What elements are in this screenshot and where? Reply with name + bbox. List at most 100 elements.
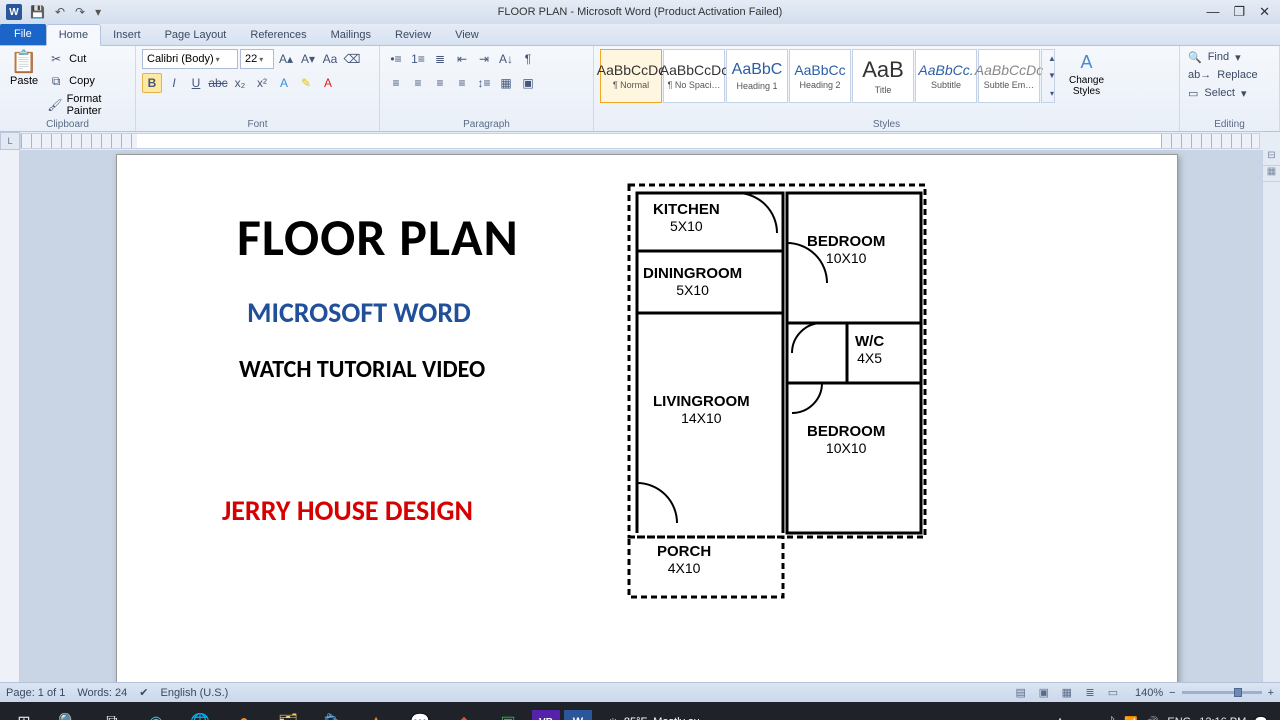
- grow-font-icon[interactable]: A▴: [276, 49, 296, 69]
- file-tab[interactable]: File: [0, 23, 46, 45]
- weather-widget[interactable]: ☀ 85°F Mostly su…: [608, 716, 711, 720]
- zoom-level[interactable]: 140%: [1135, 687, 1163, 699]
- vertical-scrollbar[interactable]: ⊟ ▦: [1262, 150, 1280, 682]
- italic-button[interactable]: I: [164, 73, 184, 93]
- styles-gallery[interactable]: AaBbCcDc¶ Normal AaBbCcDc¶ No Spaci… AaB…: [600, 49, 1055, 103]
- shrink-font-icon[interactable]: A▾: [298, 49, 318, 69]
- tray-overflow-icon[interactable]: ˄: [1057, 716, 1063, 720]
- messenger-icon[interactable]: 💬: [400, 705, 440, 720]
- highlight-icon[interactable]: ✎: [296, 73, 316, 93]
- store-icon[interactable]: 🛍: [312, 705, 352, 720]
- zoom-slider[interactable]: [1182, 691, 1262, 694]
- firefox-icon[interactable]: ●: [224, 705, 264, 720]
- tab-view[interactable]: View: [443, 25, 491, 45]
- wifi-icon[interactable]: 📶: [1124, 716, 1138, 720]
- bullets-icon[interactable]: •≡: [386, 49, 406, 69]
- subtitle-text-1[interactable]: MICROSOFT WORD: [247, 295, 471, 330]
- shading-icon[interactable]: ▦: [496, 73, 516, 93]
- edge-icon[interactable]: ◉: [136, 705, 176, 720]
- horizontal-ruler[interactable]: [20, 133, 1260, 149]
- style-heading1[interactable]: AaBbCHeading 1: [726, 49, 788, 103]
- subscript-button[interactable]: x₂: [230, 73, 250, 93]
- style-title[interactable]: AaBTitle: [852, 49, 914, 103]
- format-painter-icon[interactable]: 🖌: [46, 95, 63, 115]
- proofing-icon[interactable]: ✔: [139, 686, 148, 699]
- underline-button[interactable]: U: [186, 73, 206, 93]
- gallery-more-icon[interactable]: ▾: [1042, 85, 1062, 102]
- text-effects-icon[interactable]: A: [274, 73, 294, 93]
- bluetooth-icon[interactable]: ᛒ: [1109, 716, 1116, 720]
- print-layout-icon[interactable]: ▤: [1012, 686, 1030, 700]
- onedrive-icon[interactable]: ☁: [1071, 716, 1082, 720]
- style-heading2[interactable]: AaBbCcHeading 2: [789, 49, 851, 103]
- ruler-toggle-icon[interactable]: ▦: [1263, 166, 1280, 182]
- tray-clock[interactable]: 12:16 PM: [1199, 716, 1246, 720]
- decrease-indent-icon[interactable]: ⇤: [452, 49, 472, 69]
- increase-indent-icon[interactable]: ⇥: [474, 49, 494, 69]
- app-icon-2[interactable]: ▣: [488, 705, 528, 720]
- font-color-icon[interactable]: A: [318, 73, 338, 93]
- multilevel-icon[interactable]: ≣: [430, 49, 450, 69]
- gallery-down-icon[interactable]: ▼: [1042, 67, 1062, 84]
- style-no-spacing[interactable]: AaBbCcDc¶ No Spaci…: [663, 49, 725, 103]
- style-subtle-em[interactable]: AaBbCcDcSubtle Em…: [978, 49, 1040, 103]
- font-name-selector[interactable]: Calibri (Body)▾: [142, 49, 238, 69]
- tab-page-layout[interactable]: Page Layout: [153, 25, 239, 45]
- replace-button[interactable]: ab→ Replace: [1186, 67, 1262, 83]
- redo-icon[interactable]: ↷: [73, 5, 87, 19]
- split-icon[interactable]: ⊟: [1263, 150, 1280, 166]
- start-button[interactable]: ⊞: [4, 705, 44, 720]
- onedrive2-icon[interactable]: ☁: [1090, 716, 1101, 720]
- vb-icon[interactable]: VB: [532, 710, 560, 720]
- style-subtitle[interactable]: AaBbCc.Subtitle: [915, 49, 977, 103]
- superscript-button[interactable]: x²: [252, 73, 272, 93]
- search-icon[interactable]: 🔍: [48, 705, 88, 720]
- task-view-icon[interactable]: ⧉: [92, 705, 132, 720]
- volume-icon[interactable]: 🔊: [1146, 716, 1160, 720]
- align-right-icon[interactable]: ≡: [430, 73, 450, 93]
- borders-icon[interactable]: ▣: [518, 73, 538, 93]
- chrome-icon[interactable]: 🌐: [180, 705, 220, 720]
- notifications-icon[interactable]: 💬: [1254, 716, 1268, 720]
- justify-icon[interactable]: ≡: [452, 73, 472, 93]
- change-case-icon[interactable]: Aa: [320, 49, 340, 69]
- ruler-corner[interactable]: L: [0, 132, 20, 150]
- vertical-ruler[interactable]: [0, 150, 20, 682]
- subtitle-text-3[interactable]: JERRY HOUSE DESIGN: [222, 493, 473, 528]
- qat-more-icon[interactable]: ▾: [93, 5, 103, 19]
- vlc-icon[interactable]: ▲: [356, 705, 396, 720]
- align-center-icon[interactable]: ≡: [408, 73, 428, 93]
- document-viewport[interactable]: FLOOR PLAN MICROSOFT WORD WATCH TUTORIAL…: [20, 150, 1280, 682]
- tab-insert[interactable]: Insert: [101, 25, 153, 45]
- floor-plan-drawing[interactable]: KITCHEN5X10 DININGROOM5X10 LIVINGROOM14X…: [627, 183, 927, 603]
- clear-format-icon[interactable]: ⌫: [342, 49, 362, 69]
- gallery-up-icon[interactable]: ▲: [1042, 50, 1062, 67]
- sort-icon[interactable]: A↓: [496, 49, 516, 69]
- align-left-icon[interactable]: ≡: [386, 73, 406, 93]
- strike-button[interactable]: abc: [208, 73, 228, 93]
- subtitle-text-2[interactable]: WATCH TUTORIAL VIDEO: [239, 355, 485, 384]
- numbering-icon[interactable]: 1≡: [408, 49, 428, 69]
- full-screen-icon[interactable]: ▣: [1035, 686, 1053, 700]
- cut-icon[interactable]: ✂: [46, 49, 66, 69]
- undo-icon[interactable]: ↶: [53, 5, 67, 19]
- format-painter-label[interactable]: Format Painter: [67, 93, 129, 117]
- zoom-in-icon[interactable]: +: [1268, 687, 1274, 699]
- web-layout-icon[interactable]: ▦: [1058, 686, 1076, 700]
- select-button[interactable]: ▭ Select ▾: [1186, 85, 1249, 101]
- maximize-button[interactable]: ❐: [1233, 4, 1245, 20]
- zoom-out-icon[interactable]: −: [1169, 687, 1175, 699]
- change-styles-button[interactable]: A Change Styles: [1065, 49, 1108, 99]
- app-icon-1[interactable]: ◆: [444, 705, 484, 720]
- tab-references[interactable]: References: [238, 25, 318, 45]
- tab-mailings[interactable]: Mailings: [319, 25, 383, 45]
- word-taskbar-icon[interactable]: W: [564, 710, 592, 720]
- paste-button[interactable]: 📋 Paste: [6, 49, 42, 89]
- tab-home[interactable]: Home: [46, 24, 101, 46]
- status-language[interactable]: English (U.S.): [160, 687, 228, 699]
- font-size-selector[interactable]: 22▾: [240, 49, 274, 69]
- zoom-control[interactable]: 140% − +: [1135, 687, 1274, 699]
- save-icon[interactable]: 💾: [28, 5, 47, 19]
- document-page[interactable]: FLOOR PLAN MICROSOFT WORD WATCH TUTORIAL…: [116, 154, 1178, 682]
- outline-icon[interactable]: ≣: [1081, 686, 1099, 700]
